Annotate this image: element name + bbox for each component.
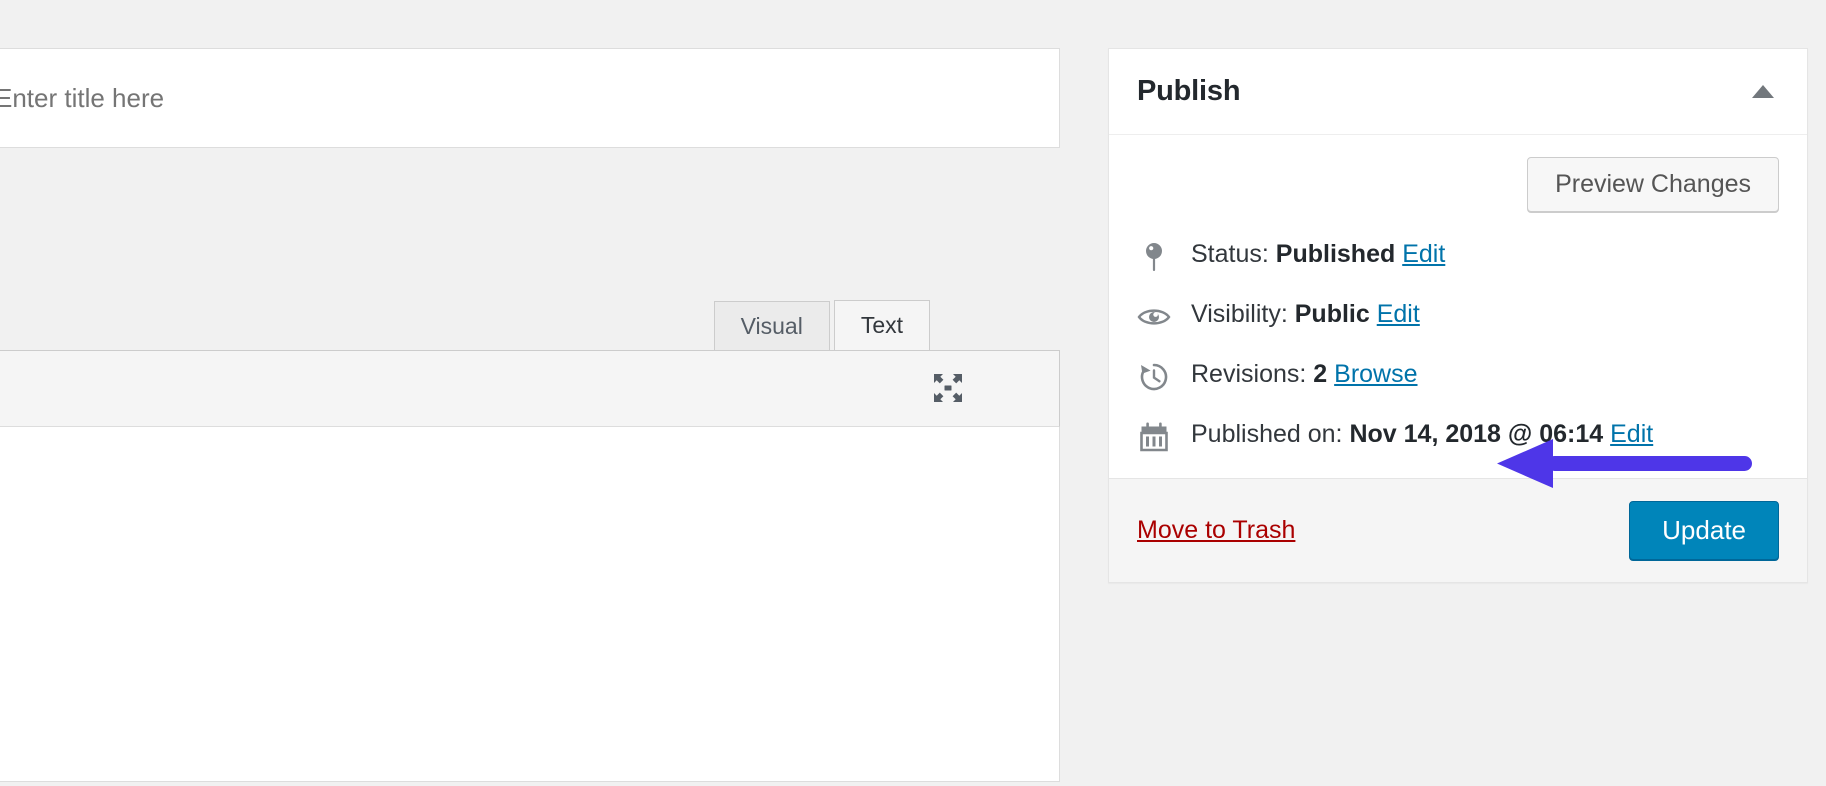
status-edit-link[interactable]: Edit xyxy=(1402,240,1445,268)
caret-up-glyph xyxy=(1752,85,1774,98)
published-on-edit-link[interactable]: Edit xyxy=(1610,420,1653,448)
status-text: Status: Published Edit xyxy=(1191,238,1779,272)
visibility-row: Visibility: Public Edit xyxy=(1137,298,1779,332)
revisions-row: Revisions: 2 Browse xyxy=(1137,358,1779,392)
visibility-edit-link[interactable]: Edit xyxy=(1377,300,1420,328)
caret-up-icon[interactable] xyxy=(1741,70,1785,114)
published-on-row: Published on: Nov 14, 2018 @ 06:14 Edit xyxy=(1137,418,1779,452)
backward-clock-icon xyxy=(1137,360,1171,394)
pushpin-icon xyxy=(1137,240,1171,274)
update-button[interactable]: Update xyxy=(1629,501,1779,560)
revisions-label: Revisions: xyxy=(1191,360,1306,388)
revisions-text: Revisions: 2 Browse xyxy=(1191,358,1779,392)
revisions-value: 2 xyxy=(1313,360,1327,388)
publish-metabox: Publish Preview Changes Status: xyxy=(1108,48,1808,583)
revisions-browse-link[interactable]: Browse xyxy=(1334,360,1417,388)
post-title-field-wrapper xyxy=(0,48,1060,148)
move-to-trash-link[interactable]: Move to Trash xyxy=(1137,516,1295,545)
visibility-value: Public xyxy=(1295,300,1370,328)
status-label: Status: xyxy=(1191,240,1269,268)
visibility-label: Visibility: xyxy=(1191,300,1288,328)
editor-mode-tabs: Visual Text xyxy=(710,295,930,350)
publish-metabox-body: Preview Changes Status: Published Edit xyxy=(1109,135,1807,478)
published-on-text: Published on: Nov 14, 2018 @ 06:14 Edit xyxy=(1191,418,1779,452)
tab-visual[interactable]: Visual xyxy=(714,301,830,351)
publish-metabox-header: Publish xyxy=(1109,49,1807,135)
fullscreen-expand-icon[interactable] xyxy=(927,367,969,409)
calendar-icon xyxy=(1137,420,1171,454)
editor-toolbar xyxy=(0,350,1060,427)
preview-changes-button[interactable]: Preview Changes xyxy=(1527,157,1779,212)
post-title-input[interactable] xyxy=(0,49,1059,147)
visibility-text: Visibility: Public Edit xyxy=(1191,298,1779,332)
preview-button-row: Preview Changes xyxy=(1137,157,1779,212)
published-on-label: Published on: xyxy=(1191,420,1343,448)
post-content-textarea[interactable] xyxy=(0,427,1059,781)
status-row: Status: Published Edit xyxy=(1137,238,1779,272)
eye-icon xyxy=(1137,300,1171,334)
editor-content-area xyxy=(0,427,1060,782)
publish-metabox-footer: Move to Trash Update xyxy=(1109,478,1807,582)
status-value: Published xyxy=(1276,240,1395,268)
tab-text[interactable]: Text xyxy=(834,300,930,351)
editor-wrapper: Visual Text xyxy=(0,295,1060,782)
publish-title: Publish xyxy=(1137,75,1240,108)
published-on-value: Nov 14, 2018 @ 06:14 xyxy=(1349,420,1603,448)
post-editor-column: Visual Text xyxy=(0,0,1060,782)
